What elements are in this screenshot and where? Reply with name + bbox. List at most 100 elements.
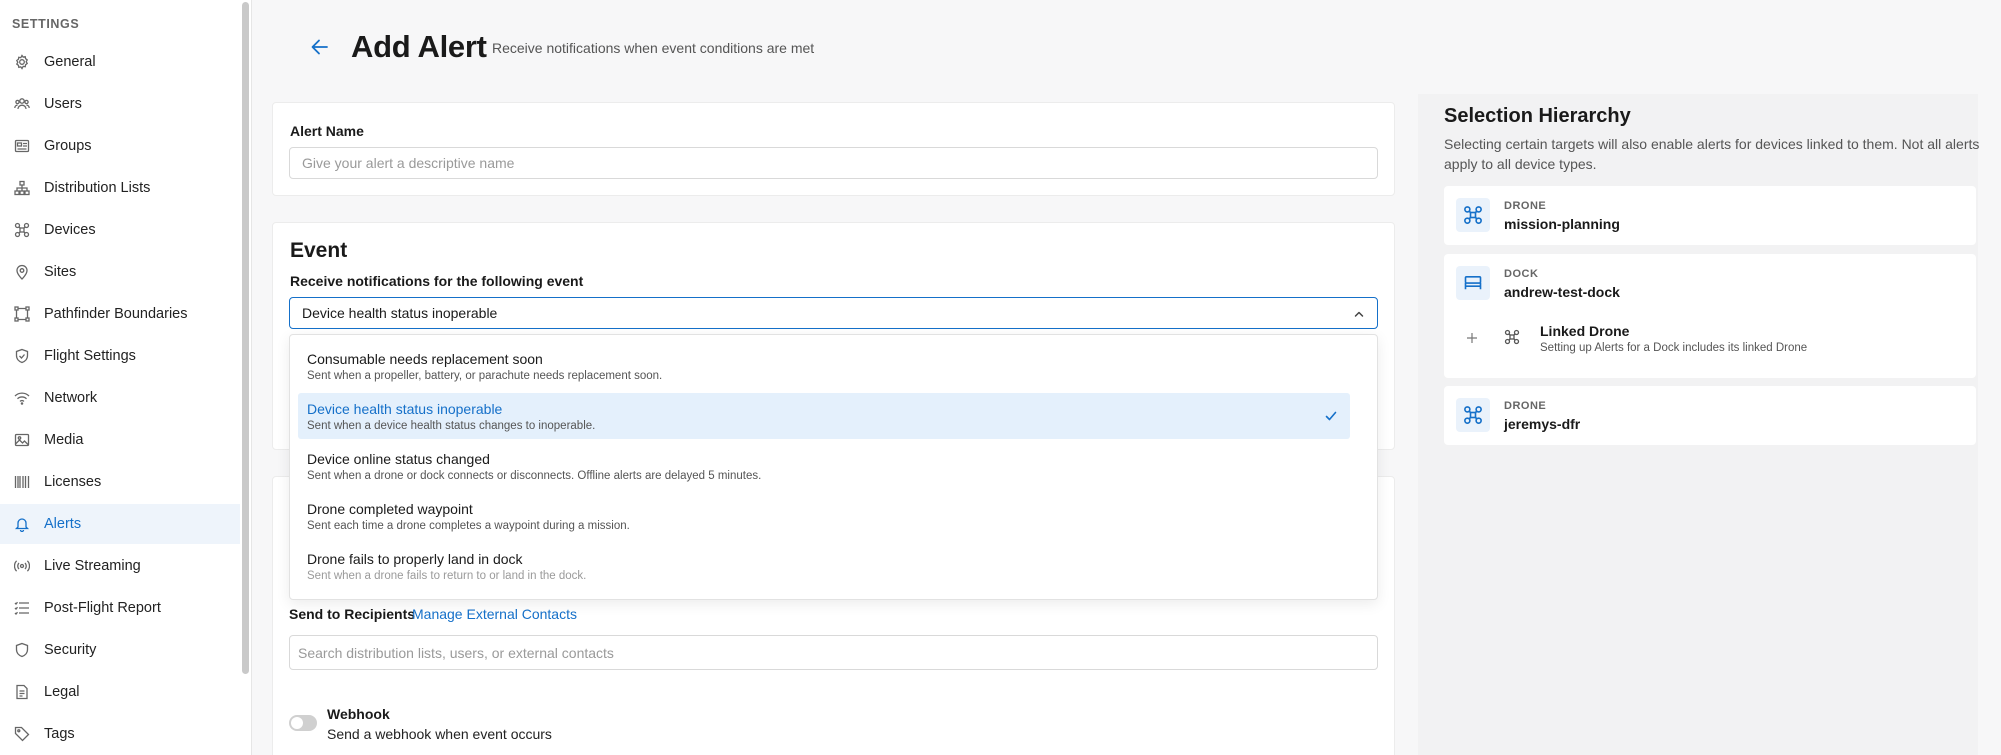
sidebar-item-users[interactable]: Users bbox=[0, 84, 240, 124]
sidebar-item-label: Media bbox=[44, 432, 84, 448]
image-icon bbox=[14, 432, 30, 448]
users-icon bbox=[14, 96, 30, 112]
location-pin-icon bbox=[14, 264, 30, 280]
sidebar-item-label: Tags bbox=[44, 726, 75, 742]
event-dropdown-menu: Consumable needs replacement soon Sent w… bbox=[289, 334, 1378, 600]
hierarchy-item-name: jeremys-dfr bbox=[1504, 416, 1581, 432]
hierarchy-icon bbox=[14, 180, 30, 196]
bell-icon bbox=[14, 516, 30, 532]
selection-hierarchy-title: Selection Hierarchy bbox=[1444, 105, 1631, 127]
event-option-title: Drone completed waypoint bbox=[307, 501, 473, 517]
sidebar-item-legal[interactable]: Legal bbox=[0, 672, 240, 712]
plus-icon bbox=[1466, 331, 1478, 343]
sidebar-item-label: Users bbox=[44, 96, 82, 112]
chevron-up-icon bbox=[1353, 307, 1365, 319]
barcode-icon bbox=[14, 474, 30, 490]
sidebar-item-post-flight-report[interactable]: Post-Flight Report bbox=[0, 588, 240, 628]
alert-name-label: Alert Name bbox=[290, 123, 364, 139]
event-option-desc: Sent when a drone fails to return to or … bbox=[307, 570, 587, 582]
event-select-value: Device health status inoperable bbox=[302, 305, 498, 321]
hierarchy-item-name: andrew-test-dock bbox=[1504, 284, 1620, 300]
tag-icon bbox=[14, 726, 30, 742]
webhook-title: Webhook bbox=[327, 706, 390, 722]
hierarchy-item-type: DOCK bbox=[1504, 268, 1539, 280]
sidebar-item-media[interactable]: Media bbox=[0, 420, 240, 460]
event-option-desc: Sent when a device health status changes… bbox=[307, 420, 596, 432]
event-select[interactable]: Device health status inoperable bbox=[289, 297, 1378, 329]
linked-drone-title: Linked Drone bbox=[1540, 323, 1630, 339]
boundary-icon bbox=[14, 306, 30, 322]
sidebar-item-label: Devices bbox=[44, 222, 96, 238]
recipients-search-input[interactable] bbox=[289, 635, 1378, 670]
event-option-selected[interactable]: Device health status inoperable Sent whe… bbox=[298, 393, 1350, 439]
event-option[interactable]: Drone fails to properly land in dock Sen… bbox=[298, 543, 1350, 589]
event-option[interactable]: Device online status changed Sent when a… bbox=[298, 443, 1350, 489]
event-option-title: Device health status inoperable bbox=[307, 401, 503, 417]
sidebar-item-groups[interactable]: Groups bbox=[0, 126, 240, 166]
event-option-desc: Sent each time a drone completes a waypo… bbox=[307, 520, 630, 532]
sidebar-item-licenses[interactable]: Licenses bbox=[0, 462, 240, 502]
sidebar-item-flight-settings[interactable]: Flight Settings bbox=[0, 336, 240, 376]
sidebar-item-label: General bbox=[44, 54, 96, 70]
shield-check-icon bbox=[14, 348, 30, 364]
alert-name-input[interactable] bbox=[289, 147, 1378, 179]
hierarchy-item-drone[interactable]: DRONE mission-planning bbox=[1444, 186, 1976, 245]
webhook-description: Send a webhook when event occurs bbox=[327, 726, 552, 742]
hierarchy-item-name: mission-planning bbox=[1504, 216, 1620, 232]
sidebar-item-alerts[interactable]: Alerts bbox=[0, 504, 240, 544]
sidebar-item-live-streaming[interactable]: Live Streaming bbox=[0, 546, 240, 586]
linked-drone-description: Setting up Alerts for a Dock includes it… bbox=[1540, 342, 1808, 354]
event-field-label: Receive notifications for the following … bbox=[290, 273, 584, 289]
sidebar-item-label: Licenses bbox=[44, 474, 102, 490]
sidebar-item-label: Sites bbox=[44, 264, 77, 280]
event-option[interactable]: Consumable needs replacement soon Sent w… bbox=[298, 343, 1350, 389]
sidebar-item-distribution-lists[interactable]: Distribution Lists bbox=[0, 168, 240, 208]
hierarchy-item-type: DRONE bbox=[1504, 200, 1547, 212]
broadcast-icon bbox=[14, 558, 30, 574]
sidebar-item-label: Live Streaming bbox=[44, 558, 141, 574]
selection-hierarchy-description: Selecting certain targets will also enab… bbox=[1444, 136, 1980, 172]
sidebar-item-label: Pathfinder Boundaries bbox=[44, 306, 188, 322]
recipients-label: Send to Recipients bbox=[289, 606, 416, 622]
shield-icon bbox=[14, 642, 30, 658]
sidebar-scrollbar[interactable] bbox=[242, 2, 249, 674]
hierarchy-item-type: DRONE bbox=[1504, 400, 1547, 412]
sidebar-item-label: Network bbox=[44, 390, 98, 406]
sidebar-item-label: Flight Settings bbox=[44, 348, 136, 364]
checkmark-icon bbox=[1324, 409, 1338, 423]
sidebar-item-label: Distribution Lists bbox=[44, 180, 151, 196]
document-icon bbox=[14, 684, 30, 700]
sidebar-item-label: Post-Flight Report bbox=[44, 600, 161, 616]
sidebar-item-tags[interactable]: Tags bbox=[0, 714, 240, 754]
hierarchy-item-dock[interactable]: DOCK andrew-test-dock Linked Drone Setti… bbox=[1444, 254, 1976, 378]
event-section-title: Event bbox=[290, 239, 348, 262]
gear-icon bbox=[14, 54, 30, 70]
page-title: Add Alert bbox=[351, 29, 487, 64]
groups-icon bbox=[14, 138, 30, 154]
list-icon bbox=[14, 600, 30, 616]
webhook-toggle[interactable] bbox=[289, 715, 317, 731]
drone-icon bbox=[1504, 329, 1520, 345]
page-subtitle: Receive notifications when event conditi… bbox=[492, 40, 815, 56]
sidebar-item-label: Groups bbox=[44, 138, 92, 154]
drone-icon bbox=[1456, 198, 1490, 232]
back-arrow-icon[interactable] bbox=[309, 36, 331, 58]
sidebar-item-label: Alerts bbox=[44, 516, 82, 532]
sidebar-item-label: Legal bbox=[44, 684, 80, 700]
drone-icon bbox=[14, 222, 30, 238]
hierarchy-item-drone[interactable]: DRONE jeremys-dfr bbox=[1444, 386, 1976, 445]
sidebar-item-network[interactable]: Network bbox=[0, 378, 240, 418]
event-option[interactable]: Drone completed waypoint Sent each time … bbox=[298, 493, 1350, 539]
sidebar-item-devices[interactable]: Devices bbox=[0, 210, 240, 250]
wifi-icon bbox=[14, 390, 30, 406]
settings-sidebar: SETTINGS General Users Groups Distributi… bbox=[0, 0, 252, 755]
sidebar-item-label: Security bbox=[44, 642, 97, 658]
sidebar-item-sites[interactable]: Sites bbox=[0, 252, 240, 292]
sidebar-item-pathfinder-boundaries[interactable]: Pathfinder Boundaries bbox=[0, 294, 240, 334]
event-option-title: Consumable needs replacement soon bbox=[307, 351, 543, 367]
event-option-title: Device online status changed bbox=[307, 451, 490, 467]
manage-external-contacts-link[interactable]: Manage External Contacts bbox=[412, 606, 577, 622]
sidebar-item-security[interactable]: Security bbox=[0, 630, 240, 670]
dock-icon bbox=[1456, 266, 1490, 300]
sidebar-item-general[interactable]: General bbox=[0, 42, 240, 82]
